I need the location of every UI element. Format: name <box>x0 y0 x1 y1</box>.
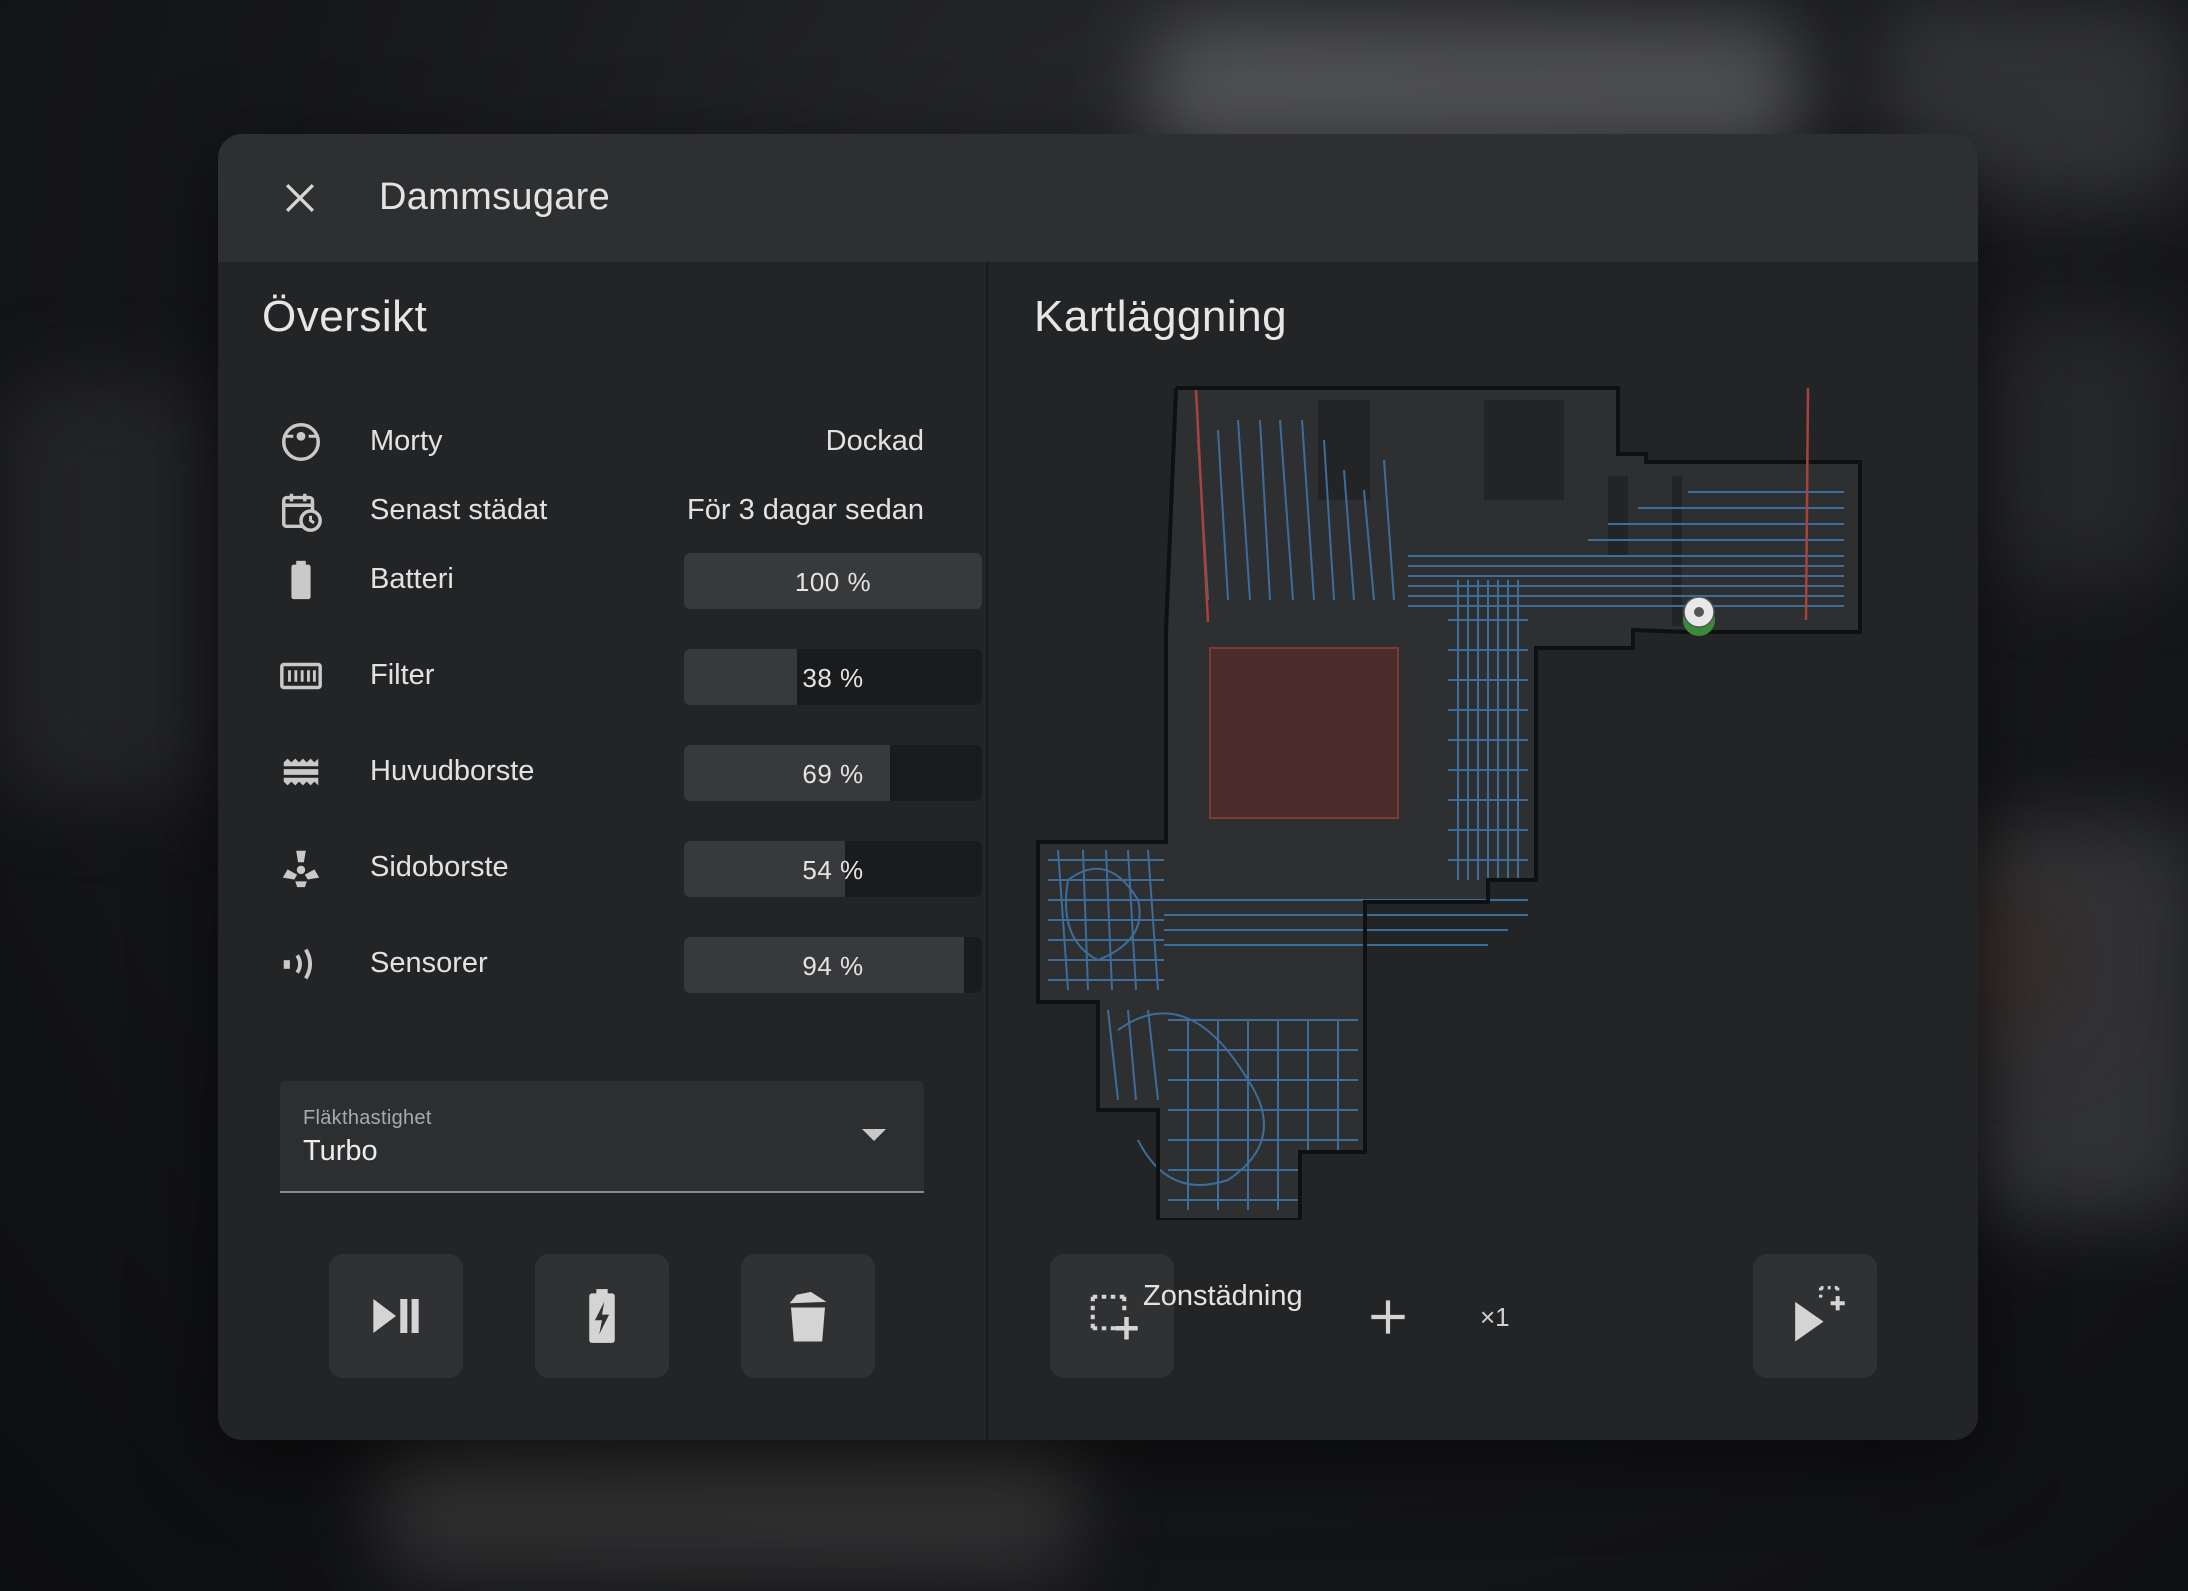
vacuum-status: Dockad <box>825 425 924 457</box>
last-cleaned-row[interactable]: Senast städat För 3 dagar sedan <box>278 480 924 540</box>
consumable-label: Batteri <box>370 563 454 595</box>
robot-vacuum-icon <box>278 419 324 465</box>
mapping-title: Kartläggning <box>1034 292 1288 341</box>
sensors-row[interactable]: Sensorer 94 % <box>278 933 982 993</box>
consumable-bar: 100 % <box>684 553 982 609</box>
zone-cleaning-label: Zonstädning <box>1143 1280 1303 1312</box>
start-zone-cleaning-button[interactable] <box>1753 1254 1877 1378</box>
overview-pane: Översikt Morty Dockad Senast städat För … <box>218 262 986 1440</box>
sensor-icon <box>278 941 324 987</box>
consumable-value: 38 % <box>802 663 864 693</box>
consumable-label: Filter <box>370 659 435 691</box>
consumable-label: Huvudborste <box>370 755 535 787</box>
status-row[interactable]: Morty Dockad <box>278 411 924 471</box>
air-filter-icon <box>278 653 324 699</box>
consumable-bar: 54 % <box>684 841 982 897</box>
consumable-label: Sidoborste <box>370 851 509 883</box>
filter-row[interactable]: Filter 38 % <box>278 645 982 705</box>
close-button[interactable] <box>278 176 322 220</box>
consumable-value: 54 % <box>802 855 864 885</box>
play-zone-icon <box>1795 1285 1845 1342</box>
consumable-bar: 69 % <box>684 745 982 801</box>
main-brush-icon <box>278 749 324 795</box>
select-zone-button[interactable] <box>1050 1254 1174 1378</box>
robot-position-icon <box>1683 596 1715 636</box>
calendar-clock-icon <box>278 488 324 534</box>
dialog-header: Dammsugare <box>218 134 1978 262</box>
fan-speed-select[interactable]: Fläkthastighet Turbo <box>280 1081 924 1193</box>
mapping-pane: Kartläggning Zonstädning ×1 <box>988 262 1978 1440</box>
consumable-bar: 94 % <box>684 937 982 993</box>
last-cleaned-value: För 3 dagar sedan <box>687 494 924 526</box>
close-icon <box>285 183 315 213</box>
side-brush-row[interactable]: Sidoborste 54 % <box>278 837 982 897</box>
select-zone-icon <box>1090 1294 1138 1340</box>
repeat-count[interactable]: ×1 <box>1480 1302 1510 1333</box>
side-brush-icon <box>278 845 324 891</box>
consumable-label: Sensorer <box>370 947 488 979</box>
last-cleaned-label: Senast städat <box>370 494 548 526</box>
fan-speed-value: Turbo <box>303 1135 378 1167</box>
fan-speed-label: Fläkthastighet <box>303 1107 432 1129</box>
consumable-value: 69 % <box>802 759 864 789</box>
battery-icon <box>278 557 324 603</box>
battery-row[interactable]: Batteri 100 % <box>278 549 982 609</box>
dropdown-arrow-icon <box>862 1129 886 1141</box>
main-brush-row[interactable]: Huvudborste 69 % <box>278 741 982 801</box>
map-canvas <box>1036 386 1862 1222</box>
dialog-title: Dammsugare <box>379 176 611 218</box>
play-pause-icon <box>373 1299 419 1333</box>
overview-title: Översikt <box>262 292 428 341</box>
battery-charging-icon <box>589 1289 615 1343</box>
add-zone-button[interactable] <box>1363 1292 1413 1342</box>
plus-icon <box>1371 1300 1405 1334</box>
return-to-dock-button[interactable] <box>535 1254 669 1378</box>
floor-map[interactable] <box>988 380 1978 1222</box>
start-pause-button[interactable] <box>329 1254 463 1378</box>
consumable-value: 94 % <box>802 951 864 981</box>
empty-bin-button[interactable] <box>741 1254 875 1378</box>
consumable-bar: 38 % <box>684 649 982 705</box>
vacuum-dialog: Dammsugare Översikt Morty Dockad Senast … <box>218 134 1978 1440</box>
vacuum-name: Morty <box>370 425 443 457</box>
trash-can-icon <box>789 1291 827 1342</box>
consumable-value: 100 % <box>794 567 872 597</box>
